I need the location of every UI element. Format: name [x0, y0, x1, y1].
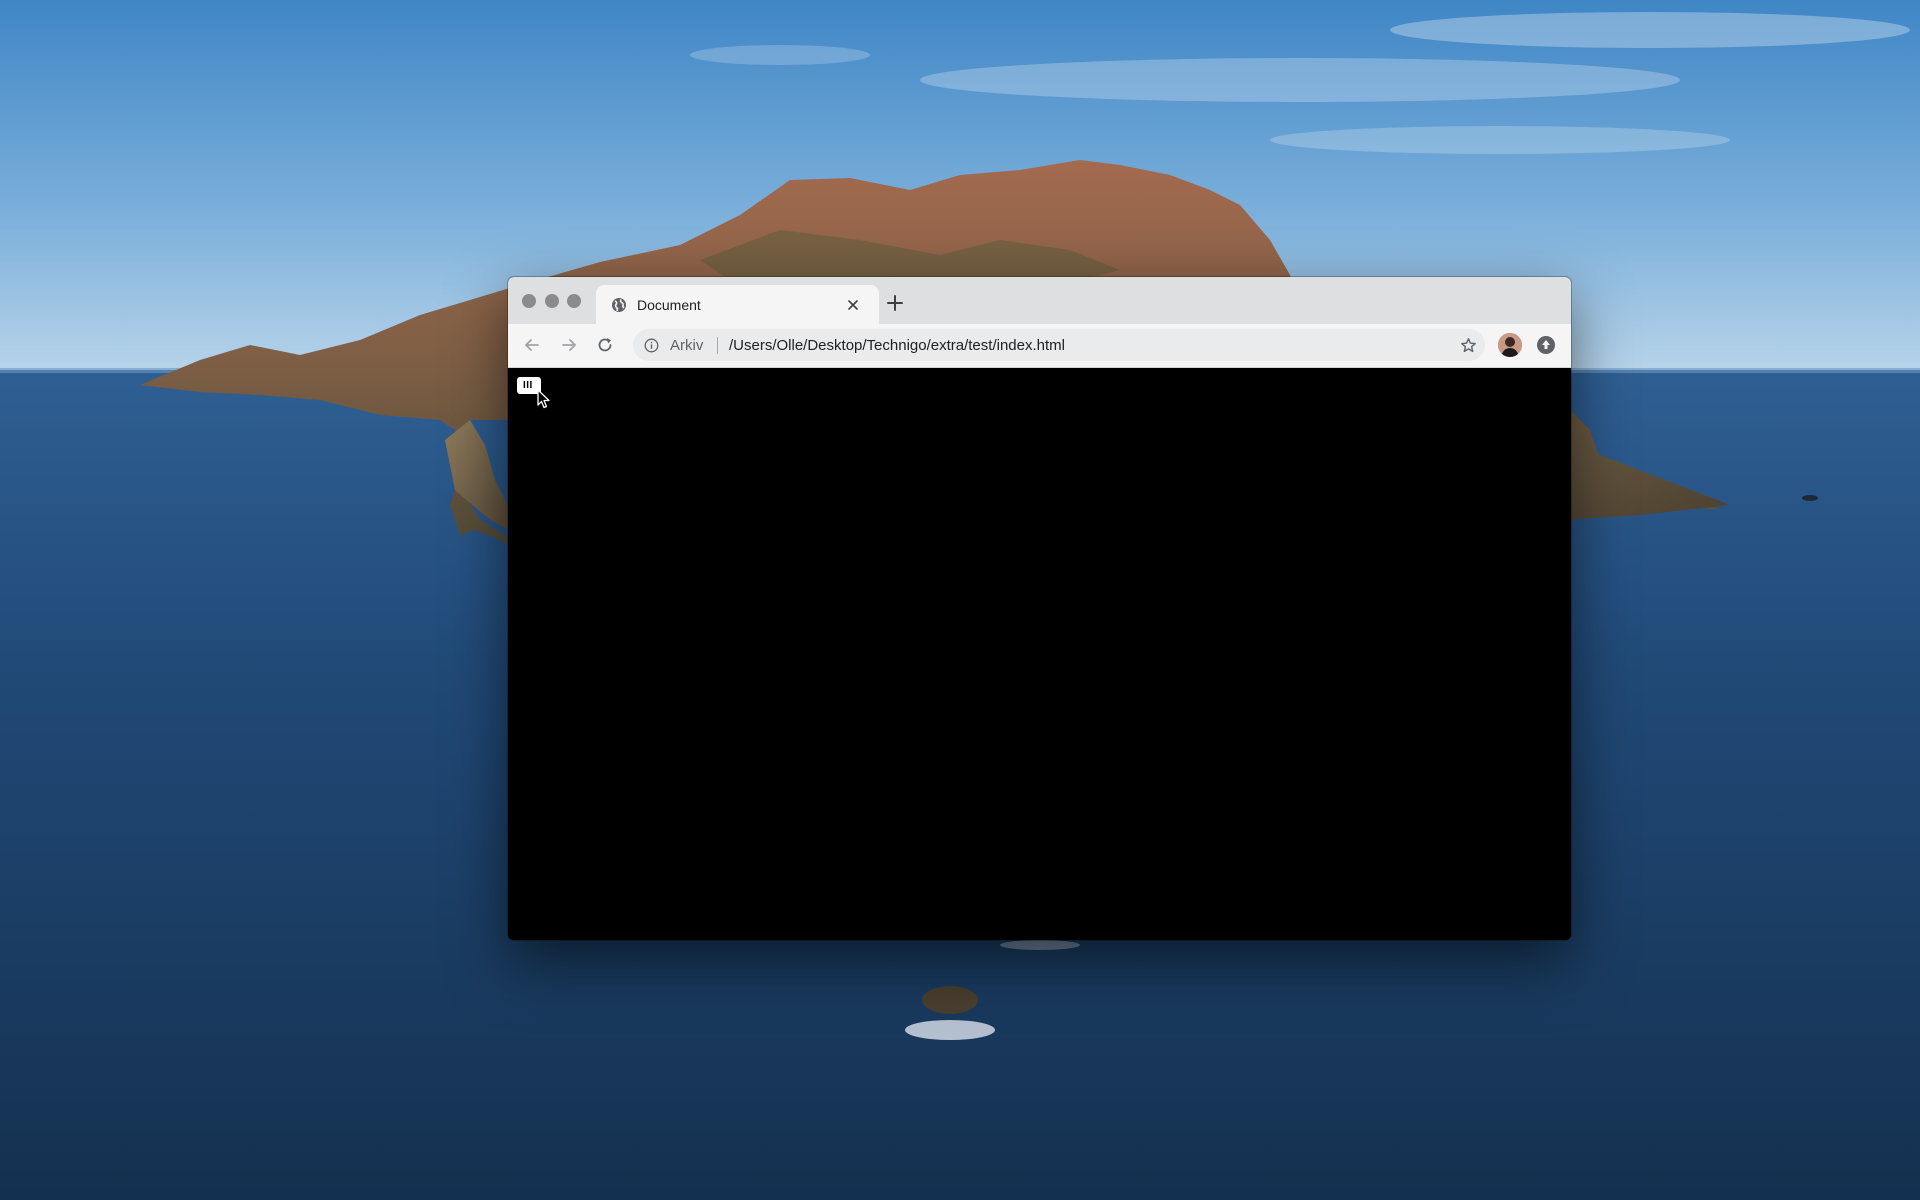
close-tab-icon[interactable]: [844, 296, 862, 314]
url-text[interactable]: /Users/Olle/Desktop/Technigo/extra/test/…: [729, 337, 1065, 354]
avatar-image: [1498, 333, 1522, 357]
new-tab-icon[interactable]: [886, 294, 904, 312]
window-close-button[interactable]: [522, 294, 536, 308]
back-arrow-icon[interactable]: [522, 335, 542, 355]
globe-icon: [612, 298, 626, 312]
browser-toolbar: Arkiv /Users/Olle/Desktop/Technigo/extra…: [508, 324, 1571, 368]
window-minimize-button[interactable]: [545, 294, 559, 308]
reload-icon[interactable]: [595, 335, 615, 355]
bookmark-star-icon[interactable]: [1460, 337, 1477, 354]
update-icon[interactable]: [1536, 335, 1556, 355]
address-bar[interactable]: Arkiv /Users/Olle/Desktop/Technigo/extra…: [633, 329, 1485, 361]
menu-button-label: III: [523, 380, 533, 391]
mouse-cursor-icon: [537, 389, 550, 409]
profile-avatar[interactable]: [1498, 333, 1522, 357]
tab-strip: Document: [508, 277, 1571, 324]
tab-document[interactable]: Document: [596, 285, 879, 324]
info-icon[interactable]: [644, 338, 659, 353]
scheme-label: Arkiv: [670, 337, 704, 354]
page-content: III: [508, 368, 1571, 940]
window-maximize-button[interactable]: [567, 294, 581, 308]
tab-title: Document: [637, 297, 701, 313]
browser-window: Document Arkiv /Users/Olle/Desktop/Techn…: [508, 277, 1571, 940]
forward-arrow-icon[interactable]: [559, 335, 579, 355]
address-separator: [717, 337, 718, 354]
